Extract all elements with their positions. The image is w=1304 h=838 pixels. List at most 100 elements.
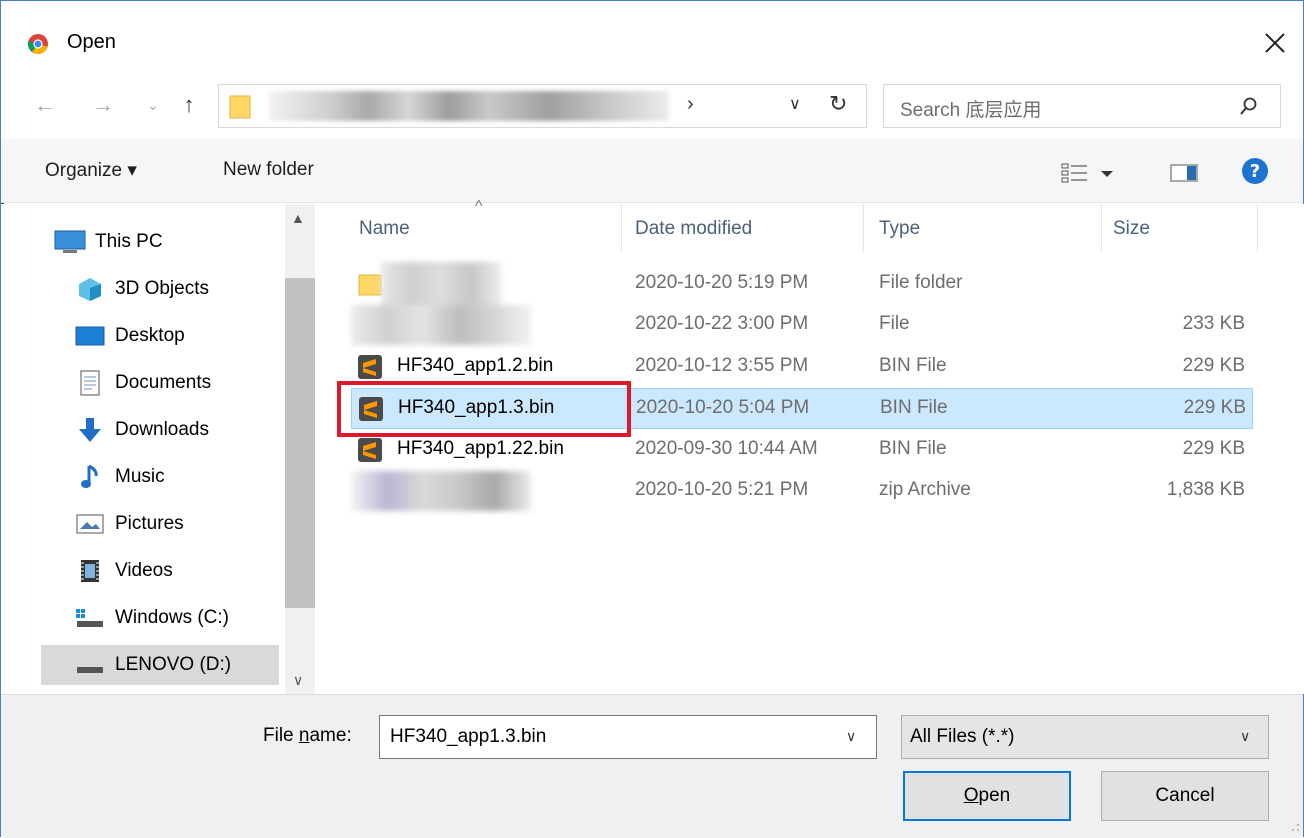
nav-item-label: LENOVO (D:)	[115, 654, 232, 675]
view-options-icon[interactable]	[1061, 161, 1121, 185]
nav-item-3d-objects[interactable]: 3D Objects	[61, 269, 296, 309]
file-type-filter[interactable]: All Files (*.*) ∨	[901, 715, 1269, 759]
column-header-size[interactable]: Size	[1113, 218, 1150, 240]
music-icon	[73, 464, 107, 490]
file-size: 229 KB	[1182, 355, 1245, 376]
file-row[interactable]: 2020-10-20 5:19 PM File folder	[351, 262, 1253, 310]
column-divider[interactable]	[863, 204, 864, 252]
file-name-label: File name:	[263, 725, 352, 746]
organize-button[interactable]: Organize ▾	[45, 159, 137, 182]
column-header-date[interactable]: Date modified	[635, 218, 752, 240]
annotation-highlight-box	[337, 381, 631, 437]
file-type: File	[879, 313, 910, 334]
documents-icon	[73, 370, 107, 396]
nav-item-music[interactable]: Music	[61, 457, 296, 497]
chevron-down-icon[interactable]: ∨	[1240, 728, 1250, 745]
new-folder-button[interactable]: New folder	[223, 159, 314, 181]
file-date: 2020-10-12 3:55 PM	[635, 355, 809, 376]
file-size: 1,838 KB	[1166, 479, 1245, 500]
column-divider[interactable]	[1101, 204, 1102, 252]
address-bar[interactable]: › ∨ ↻	[218, 84, 867, 128]
svg-text:?: ?	[1250, 161, 1260, 182]
file-type-filter-value[interactable]: All Files (*.*)	[910, 726, 1015, 748]
resize-grip-icon[interactable]	[1283, 815, 1301, 833]
chrome-icon	[27, 34, 48, 54]
file-row[interactable]: 2020-10-20 5:21 PM zip Archive 1,838 KB	[351, 471, 1253, 512]
nav-item-label: Music	[115, 466, 165, 487]
nav-item-windows-c[interactable]: Windows (C:)	[61, 598, 296, 638]
folder-icon	[358, 274, 382, 296]
scroll-down-icon[interactable]: ∨	[293, 672, 303, 689]
search-icon[interactable]	[1236, 95, 1260, 119]
help-icon[interactable]: ?	[1241, 157, 1269, 185]
up-arrow-icon[interactable]: ↑	[177, 93, 201, 117]
nav-item-downloads[interactable]: Downloads	[61, 410, 296, 450]
blurred-name	[351, 471, 531, 511]
nav-item-label: Desktop	[115, 325, 185, 346]
desktop-icon	[73, 323, 107, 349]
nav-item-documents[interactable]: Documents	[61, 363, 296, 403]
nav-item-label: This PC	[95, 231, 163, 252]
file-date: 2020-10-22 3:00 PM	[635, 313, 809, 334]
navigation-pane: This PC 3D Objects Desktop Documents Dow…	[1, 204, 315, 694]
title-bar: Open	[1, 1, 1303, 73]
nav-item-lenovo-d[interactable]: LENOVO (D:)	[41, 645, 279, 685]
open-dialog: Open ← → ⌄ ↑ › ∨ ↻ Search 底层应用 Organize …	[0, 0, 1304, 838]
file-name: HF340_app1.22.bin	[397, 438, 564, 459]
back-arrow-icon[interactable]: ←	[33, 93, 57, 117]
nav-item-label: Windows (C:)	[115, 607, 230, 628]
file-size: 233 KB	[1182, 313, 1245, 334]
file-type: BIN File	[880, 397, 948, 418]
cancel-button[interactable]: Cancel	[1101, 771, 1269, 821]
blurred-name	[381, 262, 501, 310]
sublime-file-icon	[358, 438, 382, 462]
refresh-icon[interactable]: ↻	[829, 91, 847, 117]
computer-icon	[53, 229, 87, 255]
file-date: 2020-09-30 10:44 AM	[635, 438, 818, 459]
download-icon	[73, 417, 107, 443]
nav-item-label: Documents	[115, 372, 212, 393]
file-date: 2020-10-20 5:21 PM	[635, 479, 809, 500]
nav-item-this-pc[interactable]: This PC	[41, 222, 276, 262]
scroll-up-icon[interactable]: ▲	[291, 210, 305, 226]
window-title: Open	[67, 31, 116, 53]
drive-icon	[73, 605, 107, 631]
chevron-down-icon[interactable]: ∨	[846, 728, 856, 745]
nav-item-label: Videos	[115, 560, 173, 581]
search-box[interactable]: Search 底层应用	[883, 84, 1281, 128]
file-size: 229 KB	[1182, 438, 1245, 459]
drive-icon	[73, 652, 107, 678]
column-divider[interactable]	[1257, 204, 1258, 252]
search-input[interactable]: Search 底层应用	[900, 95, 1041, 122]
videos-icon	[73, 558, 107, 584]
close-icon[interactable]	[1257, 25, 1293, 61]
preview-pane-icon[interactable]	[1169, 161, 1199, 185]
file-name-input[interactable]: HF340_app1.3.bin ∨	[379, 715, 877, 759]
column-divider[interactable]	[621, 204, 622, 252]
sort-ascending-icon: ^	[475, 198, 483, 215]
file-name-value[interactable]: HF340_app1.3.bin	[390, 726, 546, 748]
blurred-name	[351, 305, 531, 345]
file-size: 229 KB	[1183, 397, 1246, 418]
nav-item-videos[interactable]: Videos	[61, 551, 296, 591]
column-header-type[interactable]: Type	[879, 218, 920, 240]
pictures-icon	[73, 511, 107, 537]
blurred-path	[269, 85, 669, 127]
file-date: 2020-10-20 5:19 PM	[635, 272, 809, 293]
column-header-name[interactable]: Name	[359, 218, 410, 240]
folder-icon	[229, 95, 251, 119]
nav-item-label: Pictures	[115, 513, 184, 534]
nav-item-desktop[interactable]: Desktop	[61, 316, 296, 356]
nav-item-label: 3D Objects	[115, 278, 209, 299]
dialog-footer: File name: HF340_app1.3.bin ∨ All Files …	[1, 694, 1303, 838]
scrollbar-thumb[interactable]	[285, 278, 315, 608]
sublime-file-icon	[358, 355, 382, 379]
forward-arrow-icon[interactable]: →	[91, 93, 115, 117]
file-row[interactable]: 2020-10-22 3:00 PM File 233 KB	[351, 305, 1253, 346]
nav-item-pictures[interactable]: Pictures	[61, 504, 296, 544]
recent-dropdown-icon[interactable]: ⌄	[141, 93, 165, 117]
nav-scrollbar[interactable]: ▲ ∨	[285, 204, 315, 694]
address-dropdown-icon[interactable]: ∨	[789, 94, 801, 114]
file-type: BIN File	[879, 438, 947, 459]
open-button[interactable]: Open	[903, 771, 1071, 821]
